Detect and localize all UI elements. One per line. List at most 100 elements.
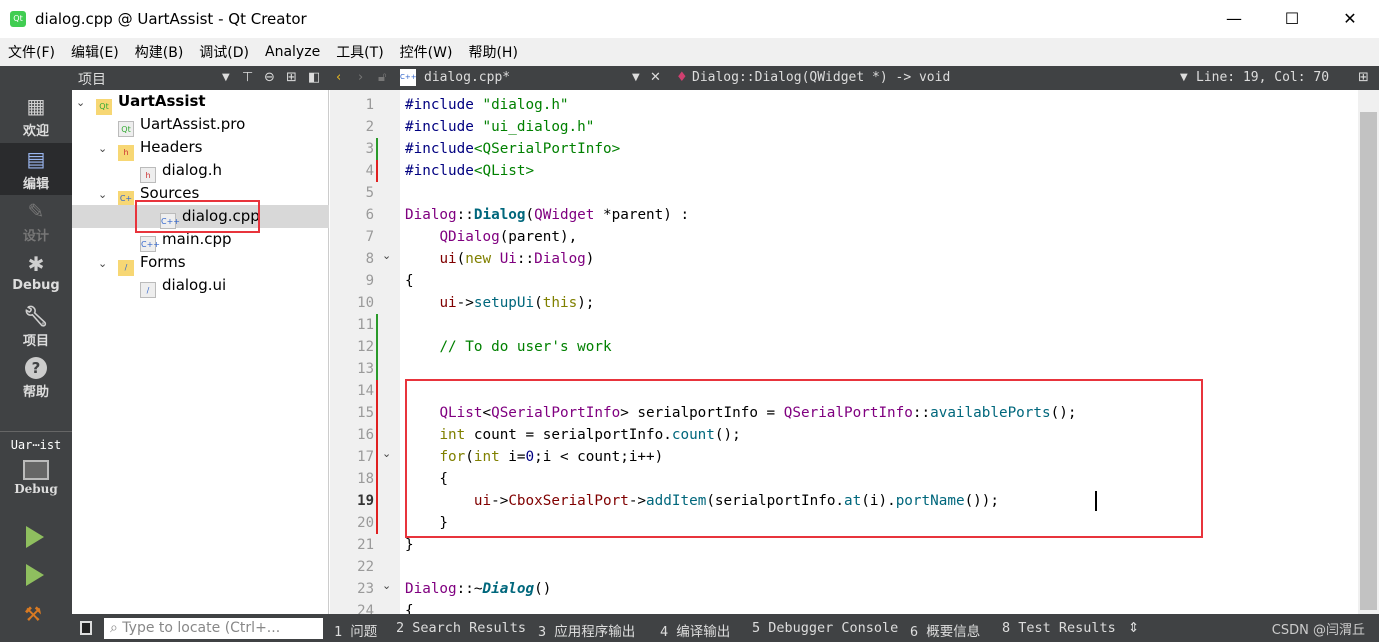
- code-line: {: [405, 270, 414, 292]
- menu-item[interactable]: 构建(B): [127, 42, 192, 62]
- split-editor-icon[interactable]: ⊞: [1358, 70, 1369, 85]
- cursor-position[interactable]: Line: 19, Col: 70: [1196, 70, 1329, 85]
- modified-line-marker: [376, 160, 378, 182]
- menu-item[interactable]: 文件(F): [0, 42, 63, 62]
- code-token: Dialog: [534, 251, 586, 267]
- fold-chevron-icon[interactable]: ⌄: [382, 245, 391, 267]
- code-line: #include<QList>: [405, 160, 534, 182]
- mode-3[interactable]: ✱ Debug: [0, 248, 72, 300]
- line-number: 21: [357, 537, 374, 553]
- mode-4[interactable]: 🔧︎ 项目: [0, 300, 72, 352]
- line-number: 11: [357, 317, 374, 333]
- header-file-icon: h: [140, 167, 156, 183]
- expand-chevron-icon[interactable]: ⌄: [98, 252, 118, 275]
- output-pane-tab[interactable]: 4 编译输出: [660, 620, 730, 640]
- mode-1[interactable]: ▤ 编辑: [0, 142, 72, 195]
- fold-chevron-icon[interactable]: ⌄: [382, 575, 391, 597]
- code-token: }: [405, 537, 414, 553]
- line-number: 23: [357, 581, 374, 597]
- tree-item[interactable]: h dialog.h: [120, 159, 222, 183]
- tree-item[interactable]: / dialog.ui: [120, 274, 226, 298]
- filter-icon[interactable]: ⊤: [242, 70, 253, 85]
- locator-input[interactable]: ⌕ Type to locate (Ctrl+...: [104, 618, 323, 639]
- menu-item[interactable]: 工具(T): [328, 42, 391, 62]
- modified-line-marker: [376, 490, 378, 512]
- file-dropdown-icon[interactable]: ▼: [632, 72, 640, 83]
- code-token: (): [534, 581, 552, 597]
- code-token: ): [585, 251, 595, 267]
- split-icon[interactable]: ⊞: [286, 70, 297, 85]
- panel-dropdown-icon[interactable]: ▼: [222, 72, 230, 83]
- wrench-icon: 🔧︎: [23, 304, 49, 328]
- code-token: #include: [405, 119, 483, 135]
- menu-item[interactable]: 帮助(H): [460, 42, 525, 62]
- modified-line-marker: [376, 424, 378, 446]
- menu-item[interactable]: Analyze: [257, 44, 328, 60]
- expand-chevron-icon[interactable]: ⌄: [76, 91, 96, 114]
- back-button[interactable]: ‹: [336, 70, 341, 85]
- minimize-button[interactable]: —: [1205, 0, 1263, 38]
- code-token: ::: [456, 207, 474, 223]
- debug-run-button[interactable]: [26, 564, 44, 586]
- mode-5[interactable]: ? 帮助: [0, 353, 72, 405]
- tree-item-label: Forms: [140, 253, 186, 271]
- added-line-marker: [376, 358, 378, 380]
- open-file-name[interactable]: dialog.cpp*: [424, 70, 510, 85]
- code-token: QWidget: [534, 207, 595, 223]
- line-number: 20: [357, 515, 374, 531]
- tree-item[interactable]: ⌄ / Forms: [98, 251, 186, 276]
- close-document-button[interactable]: ✕: [650, 70, 661, 85]
- code-token: // To do user's work: [439, 339, 612, 355]
- code-token: (: [534, 295, 543, 311]
- cpp-file-icon: C++: [140, 236, 160, 252]
- code-token: new: [465, 251, 492, 267]
- code-token: (: [525, 207, 535, 223]
- output-pane-tab[interactable]: 3 应用程序输出: [538, 620, 635, 640]
- vertical-scrollbar[interactable]: [1358, 90, 1379, 614]
- code-token: ui: [439, 295, 457, 311]
- mode-label: 欢迎: [22, 124, 49, 139]
- symbol-dropdown-icon[interactable]: ▼: [1180, 72, 1188, 83]
- expand-chevron-icon[interactable]: ⌄: [98, 183, 118, 206]
- mode-0[interactable]: ▦ 欢迎: [0, 90, 72, 142]
- code-token: Dialog: [405, 581, 457, 597]
- expand-chevron-icon[interactable]: ⌄: [98, 137, 118, 160]
- output-pane-tab[interactable]: 5 Debugger Console: [752, 620, 898, 636]
- menu-bar: 文件(F) 编辑(E) 构建(B) 调试(D) Analyze 工具(T) 控件(W) 帮助(…: [0, 38, 1379, 66]
- menu-item[interactable]: 调试(D): [191, 42, 257, 62]
- line-number: 9: [365, 273, 374, 289]
- toggle-sidebar-button[interactable]: [80, 621, 92, 635]
- symbol-selector[interactable]: Dialog::Dialog(QWidget *) -> void: [692, 70, 950, 85]
- tree-item[interactable]: Qt UartAssist.pro: [98, 113, 245, 137]
- forward-button[interactable]: ›: [358, 70, 363, 85]
- code-token: ::~: [456, 581, 483, 597]
- output-pane-tab[interactable]: 8 Test Results: [1002, 620, 1116, 636]
- fold-chevron-icon[interactable]: ⌄: [382, 443, 391, 465]
- output-pane-tab[interactable]: 6 概要信息: [910, 620, 980, 640]
- run-button[interactable]: [26, 526, 44, 548]
- scrollbar-thumb[interactable]: [1360, 112, 1377, 610]
- link-icon[interactable]: ⊖: [264, 70, 275, 85]
- menu-item[interactable]: 编辑(E): [63, 42, 127, 62]
- pro-file-icon: Qt: [118, 121, 134, 137]
- modified-line-marker: [376, 380, 378, 402]
- close-sidebar-icon[interactable]: ◧: [308, 70, 320, 85]
- maximize-button[interactable]: ☐: [1263, 0, 1321, 38]
- lock-icon: 🔓︎: [378, 70, 387, 85]
- pane-scroll-arrows-icon[interactable]: ⇕: [1128, 620, 1139, 636]
- tree-item-label: UartAssist: [118, 92, 206, 110]
- code-token: this: [542, 295, 578, 311]
- tree-item[interactable]: ⌄ h Headers: [98, 136, 202, 161]
- mode-2[interactable]: ✎ 设计: [0, 195, 72, 247]
- tree-item[interactable]: ⌄ Qt UartAssist: [76, 90, 206, 115]
- output-pane-tab[interactable]: 2 Search Results: [396, 620, 526, 636]
- code-token: #include: [405, 97, 483, 113]
- kit-selector[interactable]: Uar⋯ist Debug: [0, 431, 72, 496]
- output-pane-tab[interactable]: 1 问题: [334, 620, 377, 640]
- window-title: dialog.cpp @ UartAssist - Qt Creator: [35, 10, 307, 28]
- build-hammer-button[interactable]: ⚒: [24, 602, 42, 626]
- close-button[interactable]: ✕: [1321, 0, 1379, 38]
- pencil-icon: ✎: [27, 199, 45, 223]
- line-number: 16: [357, 427, 374, 443]
- menu-item[interactable]: 控件(W): [392, 42, 461, 62]
